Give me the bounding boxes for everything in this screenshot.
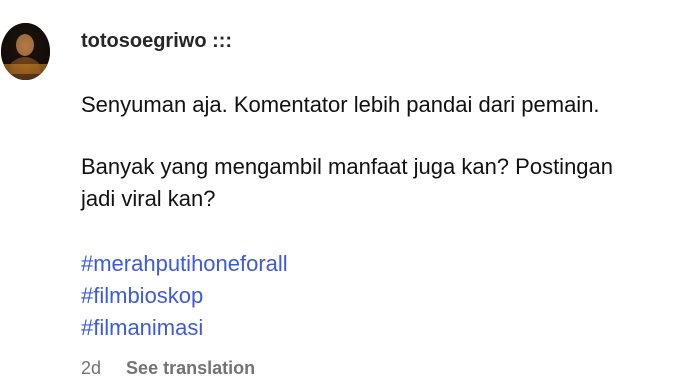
hashtag-link[interactable]: #merahputihoneforall [81,248,288,279]
avatar[interactable] [1,23,50,80]
comment-text-line: Banyak yang mengambil manfaat juga kan? … [81,154,614,179]
username-link[interactable]: totosoegriwo ::: [81,28,232,54]
comment-item: totosoegriwo ::: Senyuman aja. Komentato… [0,0,700,391]
comment-meta: 2d See translation [81,355,255,381]
see-translation-button[interactable]: See translation [126,358,255,378]
comment-text-line: jadi viral kan? [81,186,216,211]
avatar-image [1,23,50,80]
comment-timestamp: 2d [81,358,102,378]
hashtag-link[interactable]: #filmanimasi [81,312,203,343]
comment-text-line: Senyuman aja. Komentator lebih pandai da… [81,92,600,117]
hashtag-link[interactable]: #filmbioskop [81,280,203,311]
